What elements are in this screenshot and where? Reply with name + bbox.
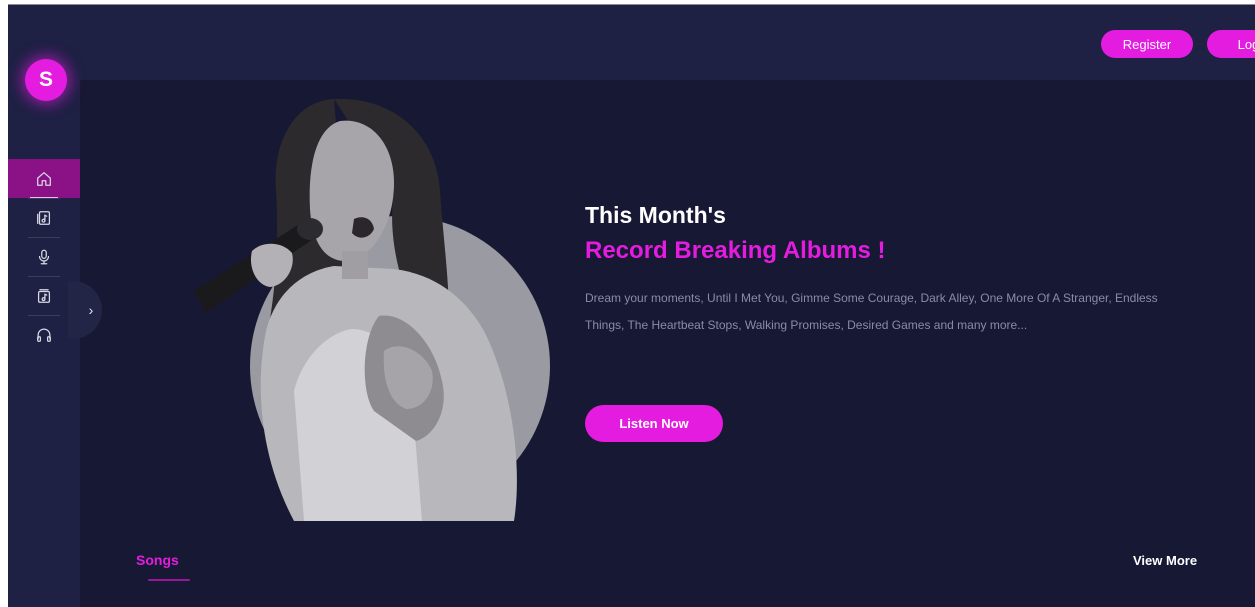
sidebar-item-microphone[interactable] xyxy=(8,237,80,276)
app-logo[interactable]: S xyxy=(25,59,67,101)
top-bar: Register Login xyxy=(80,5,1255,80)
register-button[interactable]: Register xyxy=(1101,30,1193,58)
hero-title-line-2: Record Breaking Albums ! xyxy=(585,237,886,264)
view-more-link[interactable]: View More xyxy=(1133,553,1197,568)
album-icon xyxy=(37,288,51,303)
chevron-right-icon: › xyxy=(88,302,94,318)
music-library-icon xyxy=(37,210,51,225)
sidebar-item-music-library[interactable] xyxy=(8,198,80,237)
singer-with-microphone-photo xyxy=(194,98,517,521)
sidebar-item-home[interactable] xyxy=(8,159,80,198)
hero-description: Dream your moments, Until I Met You, Gim… xyxy=(585,291,1158,332)
login-button[interactable]: Login xyxy=(1207,30,1255,58)
hero-title-line-1: This Month's xyxy=(585,202,726,228)
sidebar-collapse-toggle[interactable]: › xyxy=(68,281,102,339)
tab-songs[interactable]: Songs xyxy=(136,552,179,568)
home-icon xyxy=(37,171,51,186)
listen-now-button[interactable]: Listen Now xyxy=(585,405,723,442)
headphones-icon xyxy=(37,328,51,342)
songs-tab-indicator xyxy=(148,579,190,581)
app-window: Register Login S › xyxy=(8,5,1255,607)
microphone-icon xyxy=(38,249,50,264)
